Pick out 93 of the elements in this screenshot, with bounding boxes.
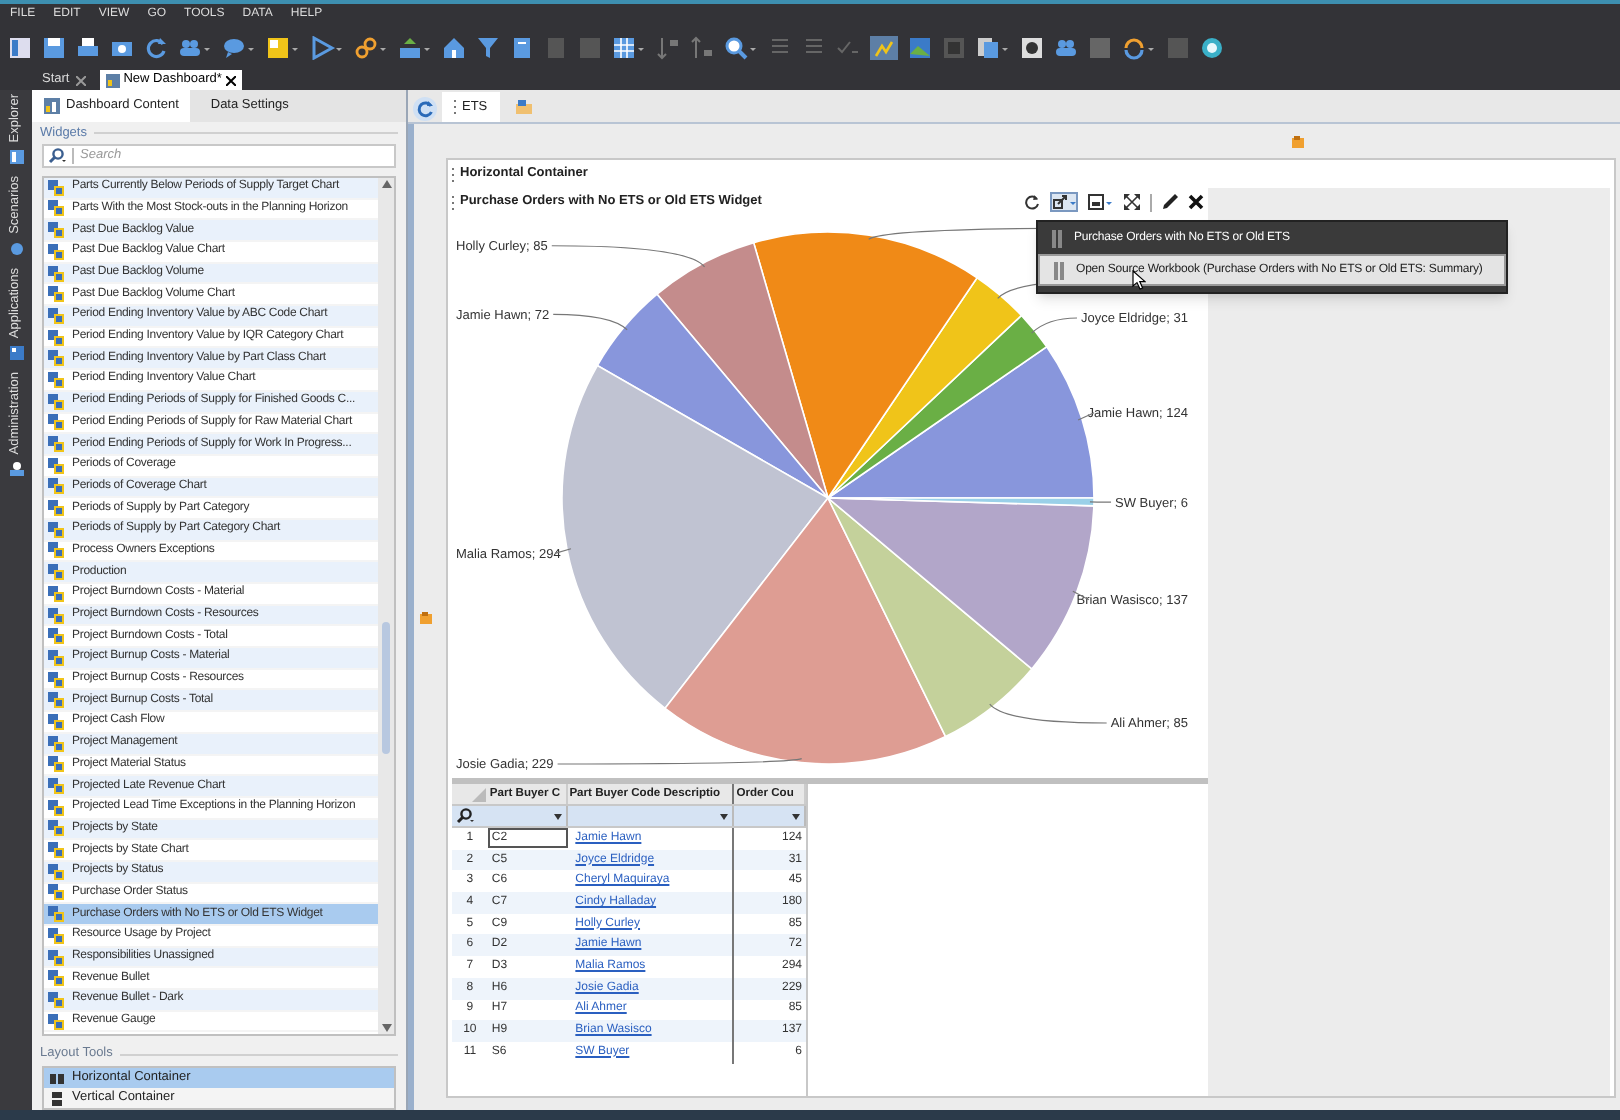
widget-icon [48,927,64,944]
filter-icon[interactable] [476,35,500,59]
picture-icon[interactable] [908,35,932,59]
widget-icon [48,521,64,538]
leader-line [1089,501,1112,503]
sort-icon[interactable] [656,35,680,59]
sort-icon[interactable] [690,35,714,59]
widget-icon [48,778,64,795]
widget-icon [48,607,64,624]
widget-icon [48,906,64,923]
chart-icon[interactable] [44,98,60,114]
widget-icon [48,414,64,431]
expand-icon[interactable] [1124,194,1140,210]
people-icon[interactable] [1054,35,1078,59]
widget-icon [48,542,64,559]
widget-icon [48,820,64,837]
widget-icon [48,457,64,474]
widget-icon [48,393,64,410]
widget-icon [48,222,64,239]
popout-button[interactable] [1050,192,1078,212]
caret-icon [720,813,729,819]
cursor-icon [1132,270,1146,290]
preview-icon[interactable] [1020,35,1044,59]
widget-icon [48,970,64,987]
scroll-down-icon[interactable] [381,1024,391,1033]
widget-icon [48,265,64,282]
nav-icon[interactable] [9,346,23,361]
widget-icon [48,991,64,1008]
people-icon[interactable] [178,35,212,59]
widget-icon [48,436,64,453]
layout-menu-icon[interactable] [1088,193,1114,211]
nav-icon[interactable] [9,150,23,165]
help-icon[interactable] [1200,35,1224,59]
widget-icon [48,200,64,217]
widget-icon [48,371,64,388]
speech-icon[interactable] [222,35,256,59]
widget-icon [48,350,64,367]
widget-icon [48,863,64,880]
widget-icon [48,649,64,666]
corner-icon [471,788,486,802]
play-icon[interactable] [310,35,344,59]
close-icon[interactable] [1188,194,1204,210]
leader-line [1031,317,1078,334]
pencil-icon[interactable] [1162,194,1178,210]
search-icon[interactable] [724,35,758,59]
close-icon[interactable] [225,75,236,85]
grid-icon[interactable] [612,35,646,59]
chart-icon[interactable] [870,35,898,59]
widget-icon [48,307,64,324]
layout-icon[interactable] [420,611,432,623]
widget-icon [48,286,64,303]
columns-icon [50,1071,64,1085]
upload-icon[interactable] [398,35,432,59]
widget-icon [48,478,64,495]
scroll-up-icon[interactable] [381,179,391,188]
link-icon[interactable] [354,35,388,59]
caret-icon [553,813,562,819]
widget-icon [48,585,64,602]
widget-icon [48,628,64,645]
copy-icon[interactable] [976,35,1010,59]
refresh-icon[interactable] [1024,194,1040,210]
nav-icon[interactable] [9,462,23,477]
dashboard-icon[interactable] [266,35,300,59]
widget-icon [48,329,64,346]
widget-icon [48,243,64,260]
scroll-thumb[interactable] [382,621,390,754]
search-icon[interactable] [48,147,66,164]
leader-line [989,703,1108,724]
widget-icon [48,735,64,752]
house-icon[interactable] [442,35,466,59]
widget-icon [48,179,64,196]
search-icon[interactable] [456,808,474,824]
widget-icon [48,564,64,581]
widget-icon [48,692,64,709]
folder-icon [515,100,532,114]
widget-icon [48,1013,64,1030]
rows-icon [50,1091,64,1105]
save-icon[interactable] [42,35,66,59]
widget-icon [48,842,64,859]
scrollbar[interactable] [378,177,394,1035]
panel-icon[interactable] [8,35,32,59]
widget-icon [48,756,64,773]
caret-icon [792,813,800,819]
sync-icon[interactable] [1122,35,1156,59]
widget-icon [48,949,64,966]
widget-icon [48,884,64,901]
print-icon[interactable] [76,35,100,59]
layout-icon[interactable] [1292,135,1304,147]
widget-icon [48,713,64,730]
widget-icon [48,671,64,688]
widget-icon [48,500,64,517]
widget-icon [48,799,64,816]
leader-line [552,313,628,331]
